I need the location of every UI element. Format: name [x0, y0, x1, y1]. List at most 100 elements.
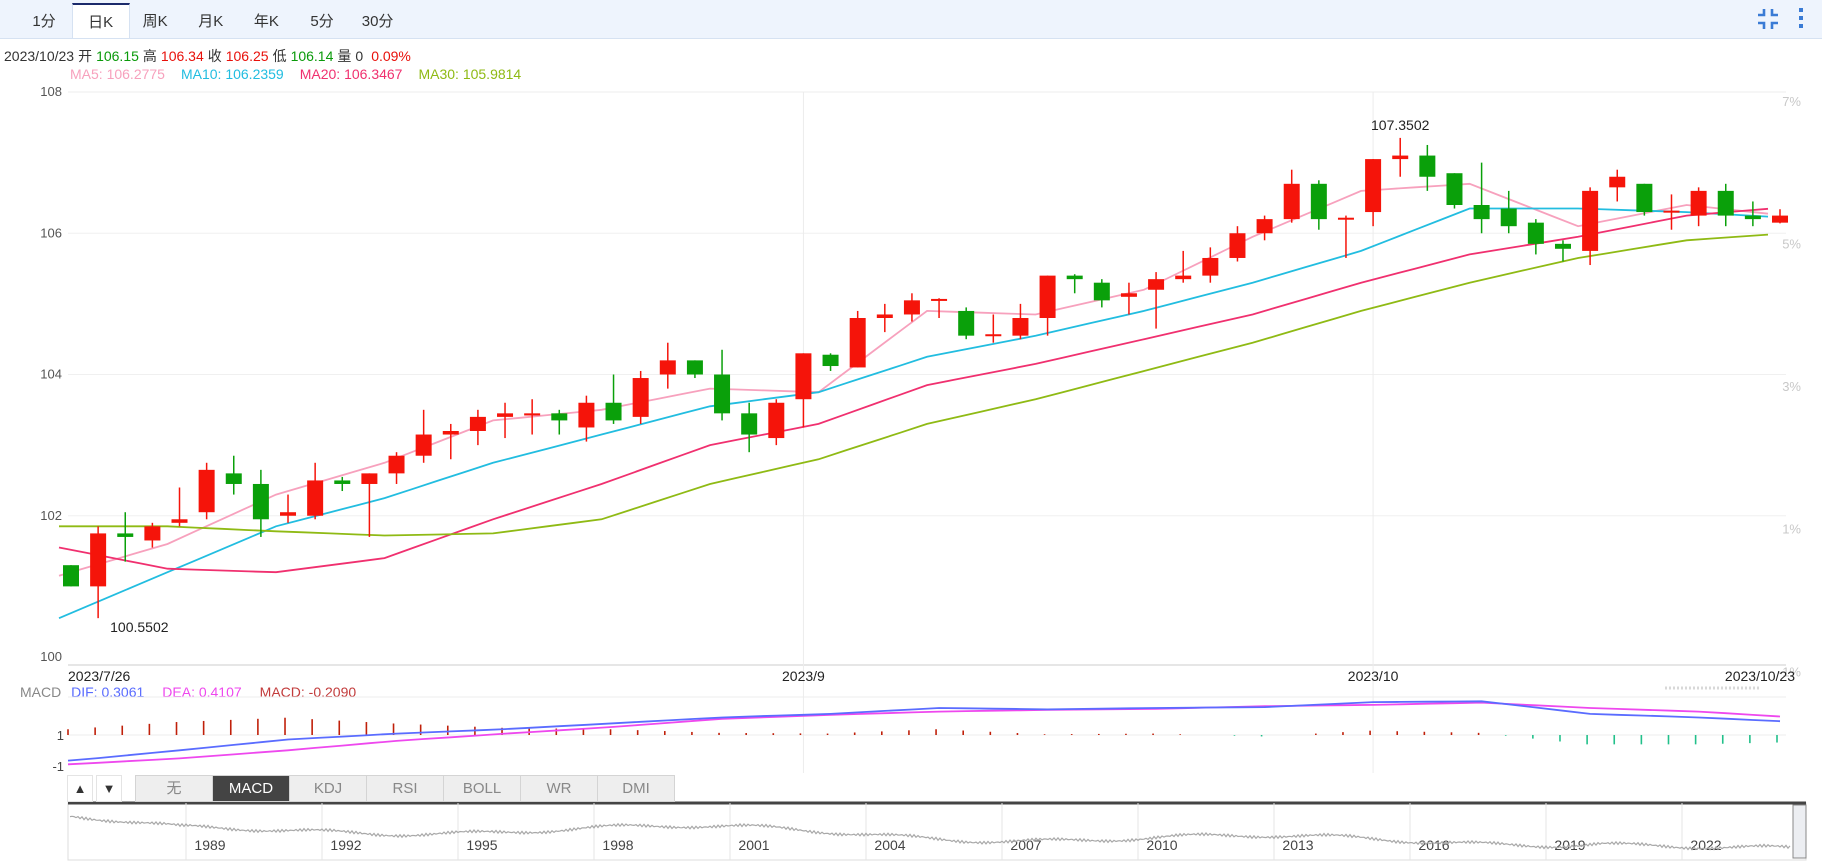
candle[interactable] [415, 409, 432, 463]
candle[interactable] [1093, 279, 1110, 308]
y-tick-label: 106 [40, 225, 62, 240]
candle[interactable] [1772, 209, 1788, 224]
candle[interactable] [63, 565, 79, 587]
candle[interactable] [578, 395, 595, 442]
candle[interactable] [605, 374, 622, 424]
candle-body [361, 473, 378, 484]
candle[interactable] [714, 349, 731, 421]
candle[interactable] [144, 522, 161, 548]
indicator-tab-3[interactable]: RSI [367, 776, 444, 801]
candle[interactable] [469, 409, 486, 446]
candle[interactable] [1229, 226, 1246, 262]
candle[interactable] [876, 303, 893, 333]
candle[interactable] [686, 360, 703, 379]
candle[interactable] [1365, 159, 1382, 227]
candle-body [714, 374, 731, 414]
candlestick-chart[interactable]: 1081061041021007%5%3%1%-1%2023/7/26 2023/… [0, 0, 1822, 867]
candle[interactable] [632, 370, 649, 424]
y-tick-label: 104 [40, 367, 62, 382]
candle[interactable] [1554, 240, 1571, 262]
indicator-tab-1[interactable]: MACD [213, 776, 290, 801]
candle[interactable] [659, 342, 676, 389]
candle[interactable] [1392, 137, 1409, 177]
candle[interactable] [1446, 173, 1463, 209]
indicator-tab-0[interactable]: 无 [136, 776, 213, 801]
candle-body [1283, 183, 1300, 220]
candle[interactable] [334, 476, 351, 492]
candle-body [415, 434, 432, 456]
candle-body [63, 565, 79, 587]
candle-body [388, 455, 405, 474]
candle[interactable] [1473, 162, 1490, 234]
candle[interactable] [252, 469, 269, 537]
candle[interactable] [307, 462, 324, 520]
candle-body [768, 402, 785, 439]
candle[interactable] [1066, 274, 1083, 294]
candle-body [1066, 275, 1083, 280]
candle-body [1012, 318, 1029, 336]
candle[interactable] [1202, 247, 1219, 283]
candle[interactable] [1337, 215, 1354, 258]
right-tick-label: 5% [1782, 237, 1801, 252]
candle-body [1717, 190, 1734, 216]
candle[interactable] [1527, 219, 1544, 255]
candle[interactable] [1256, 215, 1273, 241]
candle[interactable] [198, 462, 215, 520]
candle-body [849, 318, 866, 368]
indicator-tab-5[interactable]: WR [521, 776, 598, 801]
navigator-year-label: 2013 [1282, 837, 1313, 853]
candle[interactable] [849, 310, 866, 368]
candle[interactable] [1663, 194, 1680, 230]
candle[interactable] [280, 494, 297, 523]
candle[interactable] [1690, 187, 1707, 227]
candle-body [1582, 190, 1599, 251]
right-tick-label: 3% [1782, 379, 1801, 394]
candle[interactable] [1582, 187, 1599, 266]
candle-body [632, 378, 649, 417]
candle[interactable] [1717, 183, 1734, 227]
candle[interactable] [361, 473, 378, 537]
candle-body [1365, 159, 1382, 213]
candle-body [1120, 293, 1137, 297]
candle[interactable] [225, 455, 242, 495]
candle-body [1500, 208, 1517, 227]
candle[interactable] [442, 423, 459, 460]
candle[interactable] [551, 409, 568, 435]
candle[interactable] [985, 314, 1002, 343]
candle-body [1690, 190, 1707, 216]
arrow-up-button[interactable]: ▲ [67, 775, 93, 802]
candle[interactable] [1175, 250, 1192, 283]
candle-body [334, 480, 351, 484]
navigator[interactable] [67, 802, 1807, 861]
candle[interactable] [1609, 169, 1626, 202]
candle[interactable] [1012, 303, 1029, 340]
candle-body [307, 480, 324, 516]
candle[interactable] [1283, 169, 1300, 223]
y-tick-label: 102 [40, 508, 62, 523]
navigator-range-handle[interactable] [1792, 804, 1807, 859]
candle[interactable] [931, 298, 948, 318]
candle[interactable] [1148, 272, 1165, 329]
candle-body [686, 360, 703, 375]
candle[interactable] [1419, 144, 1436, 191]
candle[interactable] [1120, 282, 1137, 315]
candle-body [1744, 215, 1761, 220]
indicator-tab-6[interactable]: DMI [598, 776, 674, 801]
candle[interactable] [1310, 180, 1327, 230]
indicator-tab-2[interactable]: KDJ [290, 776, 367, 801]
arrow-down-button[interactable]: ▼ [96, 775, 122, 802]
candle[interactable] [1744, 201, 1761, 227]
candle[interactable] [795, 353, 812, 428]
candle[interactable] [822, 353, 839, 371]
indicator-tab-4[interactable]: BOLL [444, 776, 521, 801]
candle[interactable] [1039, 275, 1056, 336]
candle[interactable] [768, 399, 785, 446]
candle-body [225, 473, 242, 484]
candle[interactable] [741, 402, 758, 453]
candle[interactable] [958, 307, 975, 340]
candle-body [144, 526, 161, 541]
macd-y-tick: -1 [52, 759, 64, 774]
candle[interactable] [388, 452, 405, 484]
candle[interactable] [171, 487, 188, 527]
candle[interactable] [1636, 183, 1653, 216]
